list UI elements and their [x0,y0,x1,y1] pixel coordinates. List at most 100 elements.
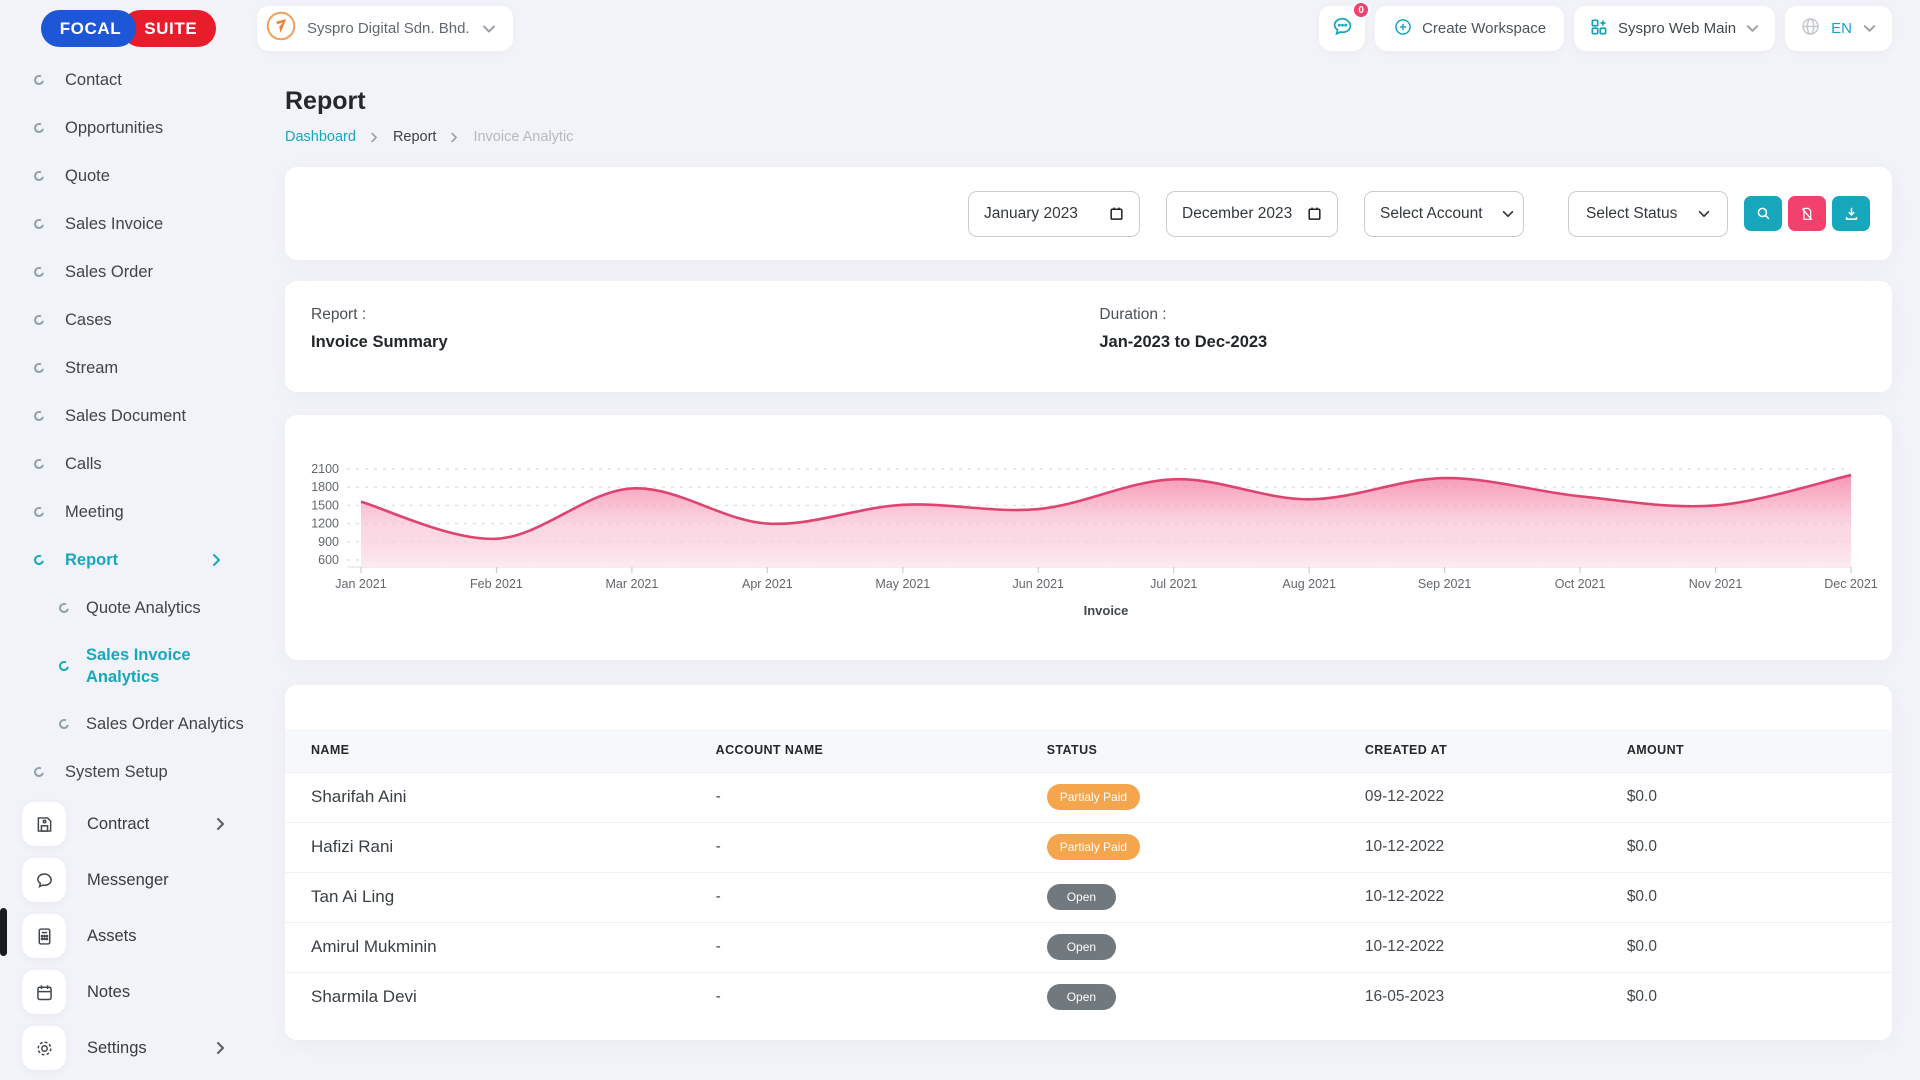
table-row[interactable]: Hafizi Rani - Partialy Paid 10-12-2022 $… [285,822,1892,872]
sidebar-item-stream[interactable]: Stream [0,344,257,392]
sidebar-subitem-label: Sales Invoice Analytics [86,644,248,689]
col-amount: AMOUNT [1627,729,1892,772]
svg-text:600: 600 [318,553,339,567]
sidebar-item-messenger[interactable]: Messenger [0,852,257,908]
cell-created: 10-12-2022 [1365,872,1627,922]
sidebar-item-label: Opportunities [65,119,163,138]
chat-icon [1330,14,1355,44]
sidebar-item-sales-document[interactable]: Sales Document [0,392,257,440]
sidebar-item-contract[interactable]: Contract [0,796,257,852]
cell-account: - [716,822,1047,872]
status-badge: Partialy Paid [1047,784,1140,810]
status-badge: Open [1047,984,1116,1010]
ring-bullet-icon [33,458,45,470]
sidebar-item-calls[interactable]: Calls [0,440,257,488]
cell-created: 16-05-2023 [1365,972,1627,1022]
svg-text:Aug 2021: Aug 2021 [1282,577,1336,591]
filter-bar: January 2023 December 2023 Select Accoun… [285,167,1892,260]
col-account-name: ACCOUNT NAME [716,729,1047,772]
sidebar-item-sales-invoice[interactable]: Sales Invoice [0,200,257,248]
sidebar-item-notes[interactable]: Notes [0,964,257,1020]
breadcrumb-report[interactable]: Report [393,129,437,145]
start-month-value: January 2023 [984,205,1078,223]
col-status: STATUS [1047,729,1365,772]
status-select[interactable]: Select Status [1568,191,1728,237]
language-selector[interactable]: EN [1785,6,1892,51]
account-select-value: Select Account [1380,205,1483,223]
cell-amount: $0.0 [1627,772,1892,822]
cell-name: Amirul Mukminin [285,922,716,972]
chevron-down-icon [1697,207,1711,221]
svg-text:Oct 2021: Oct 2021 [1555,577,1606,591]
col-created-at: CREATED AT [1365,729,1627,772]
app-menu-selector[interactable]: Syspro Web Main [1574,6,1775,51]
sidebar-item-assets[interactable]: Assets [0,908,257,964]
sidebar-item-cases[interactable]: Cases [0,296,257,344]
sidebar: Contact Opportunities Quote Sales Invoic… [0,56,257,1080]
chevron-down-icon [1745,21,1760,36]
sidebar-subitem-sales-invoice-analytics[interactable]: Sales Invoice Analytics [0,632,257,700]
sidebar-item-report[interactable]: Report [0,536,257,584]
table-row[interactable]: Sharmila Devi - Open 16-05-2023 $0.0 [285,972,1892,1022]
cell-amount: $0.0 [1627,822,1892,872]
end-month-input[interactable]: December 2023 [1166,191,1338,237]
sidebar-subitem-quote-analytics[interactable]: Quote Analytics [0,584,257,632]
ring-bullet-icon [33,410,45,422]
plus-circle-icon [1393,17,1413,41]
search-icon [1755,205,1772,222]
sidebar-item-label: Stream [65,359,118,378]
sidebar-item-label: Contract [87,815,149,834]
sidebar-item-contact[interactable]: Contact [0,56,257,104]
clear-filter-button[interactable] [1788,196,1826,231]
status-select-value: Select Status [1586,205,1677,223]
download-button[interactable] [1832,196,1870,231]
calendar-icon [1108,205,1125,222]
sidebar-item-quote[interactable]: Quote [0,152,257,200]
ring-bullet-icon [33,122,45,134]
invoice-table-card: NAME ACCOUNT NAME STATUS CREATED AT AMOU… [285,685,1892,1040]
chevron-down-icon [481,21,497,37]
sidebar-item-opportunities[interactable]: Opportunities [0,104,257,152]
assets-icon [22,914,66,958]
workspace-selector[interactable]: Syspro Digital Sdn. Bhd. [257,6,513,51]
table-row[interactable]: Amirul Mukminin - Open 10-12-2022 $0.0 [285,922,1892,972]
invoice-area-chart: 6009001200150018002100Jan 2021Feb 2021Ma… [285,415,1892,660]
svg-text:2100: 2100 [311,462,339,476]
sidebar-item-sales-order[interactable]: Sales Order [0,248,257,296]
start-month-input[interactable]: January 2023 [968,191,1140,237]
account-select[interactable]: Select Account [1364,191,1524,237]
breadcrumb: Dashboard Report Invoice Analytic [285,129,1892,145]
cell-amount: $0.0 [1627,972,1892,1022]
gear-icon [22,1026,66,1070]
sidebar-item-label: Meeting [65,503,124,522]
sidebar-item-label: Assets [87,927,137,946]
chat-button[interactable]: 0 [1319,6,1365,51]
sidebar-item-meeting[interactable]: Meeting [0,488,257,536]
create-workspace-button[interactable]: Create Workspace [1375,6,1564,51]
create-workspace-label: Create Workspace [1422,20,1546,37]
cell-created: 09-12-2022 [1365,772,1627,822]
sidebar-item-settings[interactable]: Settings [0,1020,257,1076]
breadcrumb-dashboard-link[interactable]: Dashboard [285,129,356,145]
svg-text:Jan 2021: Jan 2021 [335,577,386,591]
contract-icon [22,802,66,846]
sidebar-subitem-label: Quote Analytics [86,597,248,619]
cell-name: Tan Ai Ling [285,872,716,922]
grid-plus-icon [1589,17,1609,41]
svg-text:Jun 2021: Jun 2021 [1013,577,1064,591]
col-name: NAME [285,729,716,772]
sidebar-scrollbar-thumb[interactable] [0,908,7,956]
duration-value: Jan-2023 to Dec-2023 [1099,333,1267,352]
table-row[interactable]: Tan Ai Ling - Open 10-12-2022 $0.0 [285,872,1892,922]
table-row[interactable]: Sharifah Aini - Partialy Paid 09-12-2022… [285,772,1892,822]
logo-suite: SUITE [122,10,216,47]
sidebar-subitem-sales-order-analytics[interactable]: Sales Order Analytics [0,700,257,748]
clear-filter-icon [1799,206,1815,222]
report-summary: Report : Invoice Summary Duration : Jan-… [285,281,1892,392]
cell-created: 10-12-2022 [1365,922,1627,972]
cell-account: - [716,872,1047,922]
search-button[interactable] [1744,196,1782,231]
svg-text:1200: 1200 [311,517,339,531]
sidebar-item-label: Messenger [87,871,169,890]
sidebar-item-system-setup[interactable]: System Setup [0,748,257,796]
